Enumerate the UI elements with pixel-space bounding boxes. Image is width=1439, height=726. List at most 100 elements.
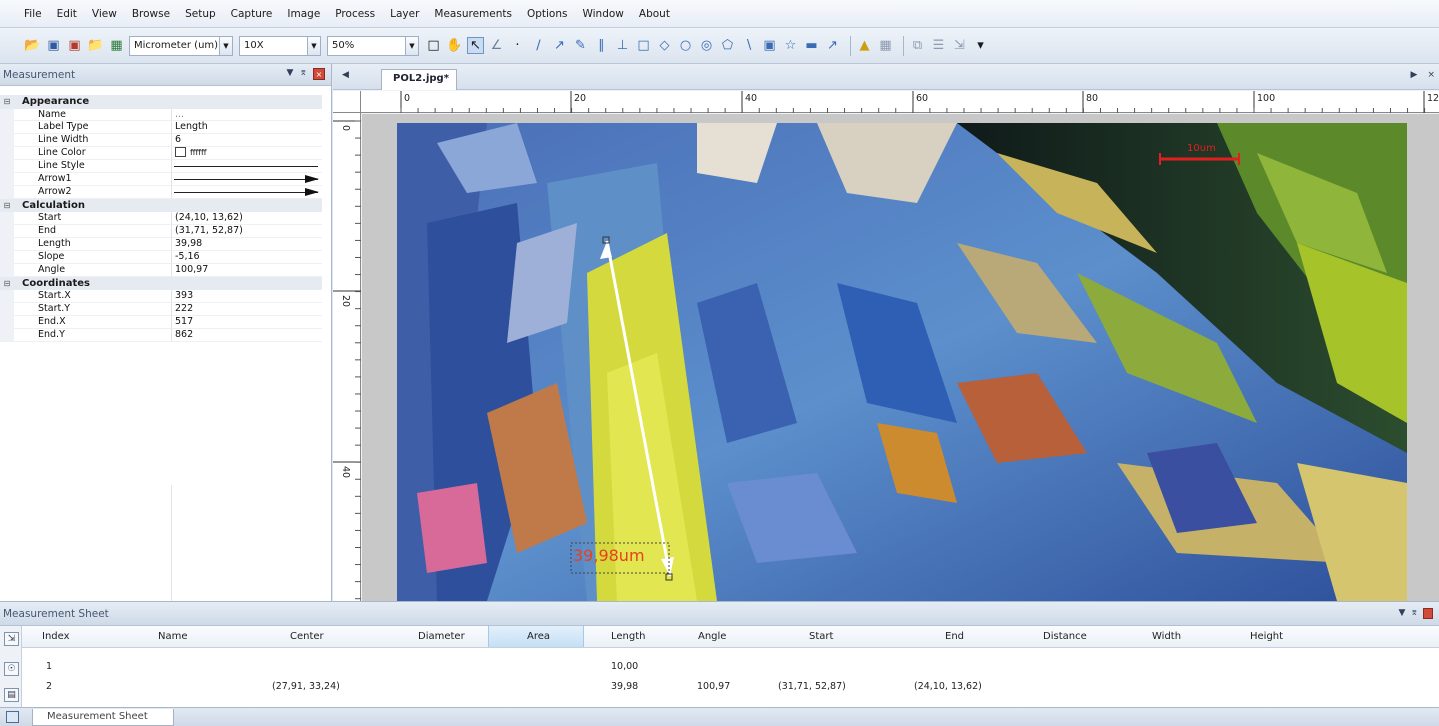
column-header[interactable]: Area	[527, 631, 550, 642]
prop-row-arrow2[interactable]: Arrow2	[0, 185, 322, 199]
menu-file[interactable]: File	[22, 6, 44, 22]
measurement-line[interactable]	[605, 240, 672, 577]
column-header[interactable]: Width	[1152, 631, 1181, 642]
menu-process[interactable]: Process	[333, 6, 377, 22]
arrow2-sample[interactable]	[171, 185, 322, 199]
prop-row-start-x[interactable]: Start.X 393	[0, 290, 322, 304]
column-header[interactable]: Length	[611, 631, 646, 642]
prop-row-start[interactable]: Start (24,10, 13,62)	[0, 212, 322, 226]
column-header[interactable]: Start	[809, 631, 833, 642]
measurement-label[interactable]: 39,98um	[573, 546, 645, 565]
save-all-icon[interactable]: ▣	[66, 37, 83, 54]
menu-setup[interactable]: Setup	[183, 6, 218, 22]
menu-image[interactable]: Image	[285, 6, 322, 22]
tab-measurement-sheet[interactable]: Measurement Sheet	[32, 709, 174, 726]
text-tool-icon[interactable]: ▣	[761, 37, 778, 54]
column-header[interactable]: Center	[290, 631, 324, 642]
tab-scroll-left-icon[interactable]: ◀	[342, 70, 349, 80]
prop-row-label-type[interactable]: Label Type Length	[0, 121, 322, 135]
menu-about[interactable]: About	[637, 6, 672, 22]
chevron-down-icon[interactable]: ▼	[307, 36, 320, 55]
prop-value[interactable]: 517	[171, 315, 322, 329]
prop-value[interactable]: 862	[171, 328, 322, 342]
copy-icon[interactable]: ⧉	[909, 37, 926, 54]
diamond-tool-icon[interactable]: ◇	[656, 37, 673, 54]
column-header[interactable]: Diameter	[418, 631, 465, 642]
chart-icon[interactable]: ▤	[4, 688, 19, 702]
fit-frame-icon[interactable]: □	[425, 37, 442, 54]
menu-browse[interactable]: Browse	[130, 6, 172, 22]
open-folder-icon[interactable]: 📂	[24, 37, 41, 54]
list-icon[interactable]: ☰	[930, 37, 947, 54]
menu-view[interactable]: View	[90, 6, 119, 22]
panel-menu-icon[interactable]: ▼	[287, 68, 294, 80]
polyline-tool-icon[interactable]: ∖	[740, 37, 757, 54]
prop-value[interactable]: ffffff	[171, 147, 322, 161]
line-style-sample[interactable]	[171, 160, 322, 174]
perpendicular-tool-icon[interactable]: ⊥	[614, 37, 631, 54]
micrograph-image[interactable]: 39,98um 10um	[397, 123, 1407, 601]
close-icon[interactable]	[1423, 608, 1433, 619]
angle-tool-icon[interactable]: ∠	[488, 37, 505, 54]
chevron-down-icon[interactable]: ▼	[405, 36, 418, 55]
prop-value[interactable]: 6	[171, 134, 322, 148]
prop-row-length[interactable]: Length 39,98	[0, 238, 322, 251]
category-appearance[interactable]: ⊟ Appearance	[0, 95, 322, 109]
zoom-select[interactable]: 50% ▼	[327, 35, 419, 56]
prop-row-arrow1[interactable]: Arrow1	[0, 172, 322, 186]
menu-options[interactable]: Options	[525, 6, 570, 22]
column-header[interactable]: Index	[42, 631, 70, 642]
pen-tool-icon[interactable]: ✎	[572, 37, 589, 54]
prop-row-angle[interactable]: Angle 100,97	[0, 263, 322, 277]
grid-icon[interactable]: ▦	[108, 37, 125, 54]
unit-select[interactable]: Micrometer (um) ▼	[129, 35, 233, 56]
export-sheet-icon[interactable]: ⇲	[4, 632, 19, 646]
category-coordinates[interactable]: ⊟ Coordinates	[0, 276, 322, 291]
calibration-icon[interactable]: ▲	[856, 37, 873, 54]
circle-tool-icon[interactable]: ○	[677, 37, 694, 54]
menu-capture[interactable]: Capture	[229, 6, 275, 22]
prop-value[interactable]: 222	[171, 303, 322, 316]
column-header[interactable]: Angle	[698, 631, 726, 642]
menu-layer[interactable]: Layer	[388, 6, 421, 22]
pan-hand-icon[interactable]: ✋	[446, 37, 463, 54]
tab-pol2[interactable]: POL2.jpg*	[381, 69, 457, 90]
rectangle-tool-icon[interactable]: □	[635, 37, 652, 54]
prop-value[interactable]: 393	[171, 290, 322, 304]
menu-edit[interactable]: Edit	[55, 6, 79, 22]
prop-row-line-color[interactable]: Line Color ffffff	[0, 147, 322, 161]
column-header[interactable]: Distance	[1043, 631, 1087, 642]
chevron-down-icon[interactable]: ▼	[219, 36, 232, 55]
pin-icon[interactable]: ⌆	[299, 68, 307, 80]
menu-window[interactable]: Window	[580, 6, 625, 22]
target-icon[interactable]: ☉	[4, 662, 19, 676]
close-icon[interactable]: ×	[313, 68, 325, 80]
close-icon[interactable]: ×	[1427, 70, 1435, 80]
collapse-icon[interactable]: ⊟	[0, 199, 14, 213]
tab-scroll-right-icon[interactable]: ▶	[1411, 70, 1418, 80]
column-header[interactable]: Height	[1250, 631, 1283, 642]
arrow-line-tool-icon[interactable]: ↗	[551, 37, 568, 54]
prop-value[interactable]: Length	[171, 121, 322, 135]
scale-bar-tool-icon[interactable]: ▬	[803, 37, 820, 54]
collapse-icon[interactable]: ⊟	[0, 95, 14, 109]
folder-icon[interactable]: 📁	[87, 37, 104, 54]
overflow-icon[interactable]: ▾	[972, 37, 989, 54]
star-tool-icon[interactable]: ☆	[782, 37, 799, 54]
concentric-circle-tool-icon[interactable]: ◎	[698, 37, 715, 54]
collapse-icon[interactable]: ⊟	[0, 277, 14, 291]
prop-row-line-style[interactable]: Line Style	[0, 160, 322, 174]
pin-icon[interactable]: ⌆	[1410, 608, 1418, 619]
menu-measurements[interactable]: Measurements	[432, 6, 514, 22]
column-header[interactable]: End	[945, 631, 964, 642]
prop-row-end-y[interactable]: End.Y 862	[0, 328, 322, 342]
prop-row-slope[interactable]: Slope -5,16	[0, 250, 322, 264]
report-icon[interactable]: ▦	[877, 37, 894, 54]
parallel-tool-icon[interactable]: ∥	[593, 37, 610, 54]
prop-row-start-y[interactable]: Start.Y 222	[0, 303, 322, 316]
prop-row-name[interactable]: Name...	[0, 108, 322, 122]
prop-row-line-width[interactable]: Line Width 6	[0, 134, 322, 148]
line-tool-icon[interactable]: ∕	[530, 37, 547, 54]
column-header[interactable]: Name	[158, 631, 188, 642]
prop-row-end-x[interactable]: End.X 517	[0, 315, 322, 329]
